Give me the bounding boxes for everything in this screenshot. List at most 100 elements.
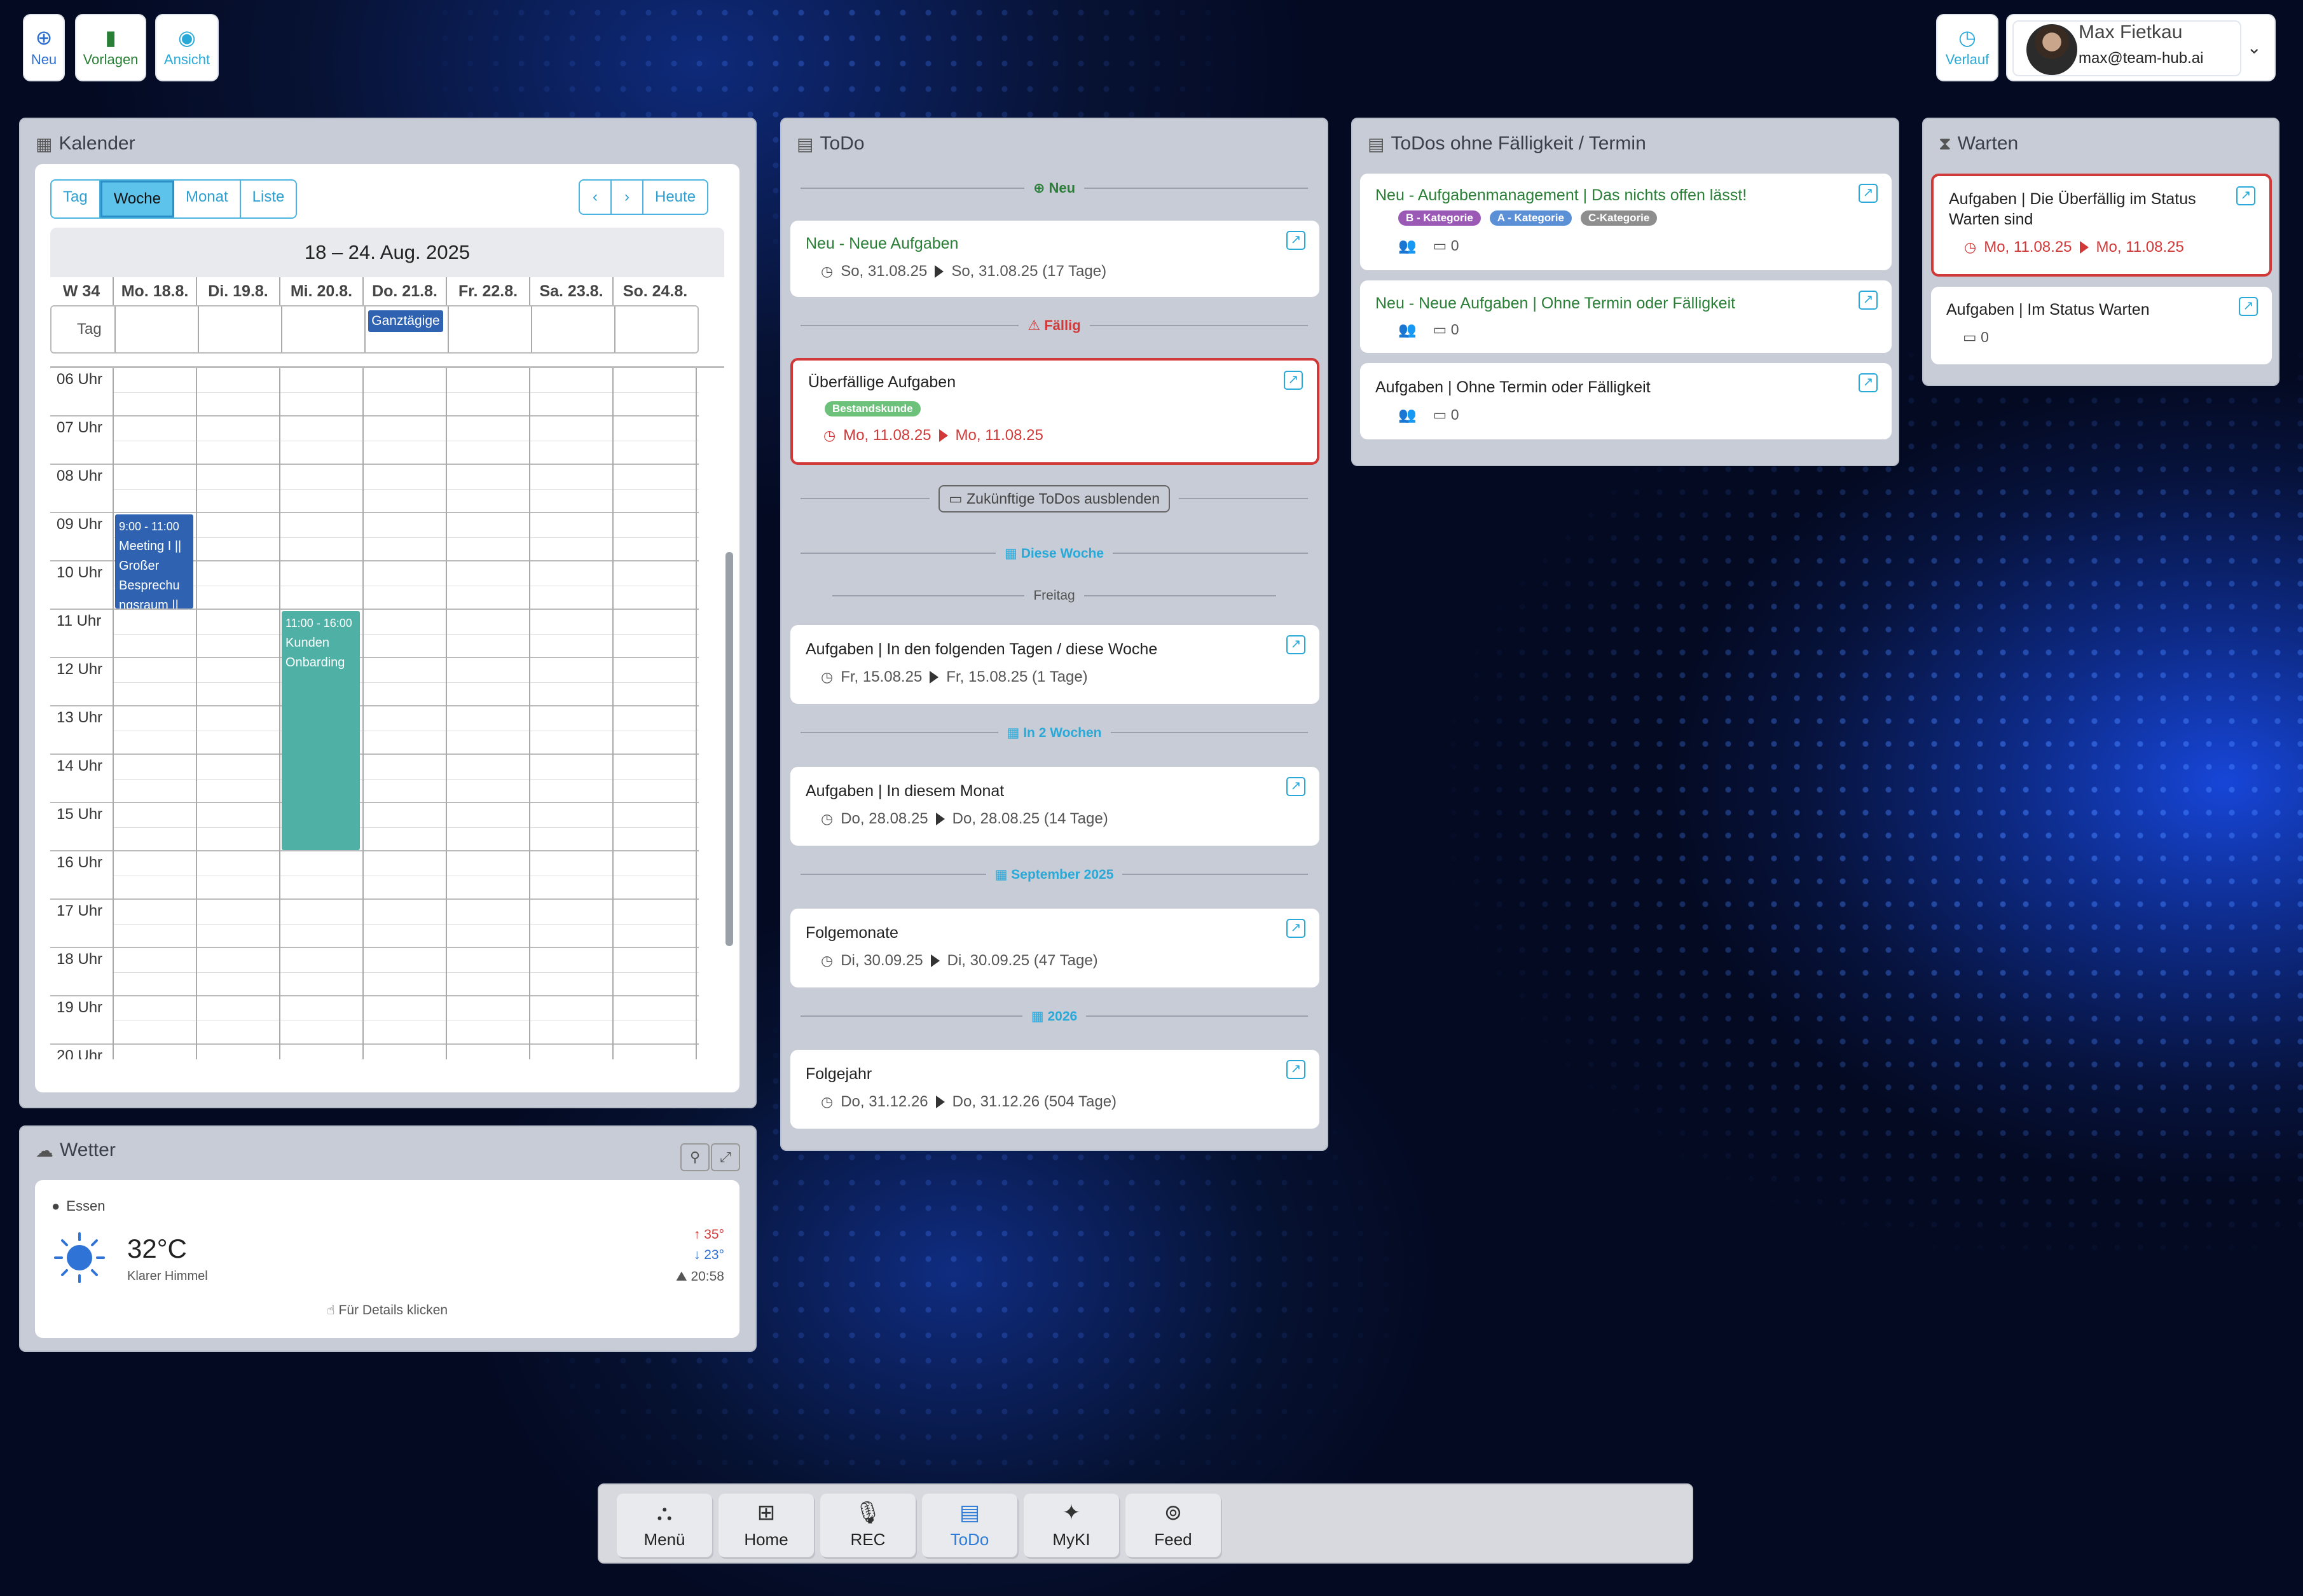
chevron-left-icon[interactable]: ‹ — [580, 181, 612, 214]
arrow-right-icon — [930, 954, 940, 967]
microphone-icon: 🎙 — [854, 1500, 882, 1525]
eye-icon: ◉ — [178, 26, 196, 49]
todo-card-overdue[interactable]: Überfällige Aufgaben Bestandskunde ◷ Mo,… — [790, 358, 1319, 465]
tag-b-kategorie: B - Kategorie — [1398, 210, 1481, 226]
nav-menu[interactable]: ⛬ Menü — [617, 1494, 712, 1557]
open-external-icon[interactable]: ↗ — [1286, 919, 1305, 938]
history-button[interactable]: ◷ Verlauf — [1936, 14, 1998, 81]
todo-card-from: Mo, 11.08.25 — [843, 427, 932, 444]
separator-2026: ▦ 2026 — [801, 1007, 1308, 1026]
hour-row: 16 Uhr — [50, 851, 699, 900]
view-button[interactable]: ◉ Ansicht — [155, 14, 219, 81]
waiting-card[interactable]: Aufgaben | Im Status Warten ▭ 0 ↗ — [1931, 287, 2272, 364]
weather-card[interactable]: ● Essen 32°C Klarer Himmel ↑ 35° ↓ 23° ⛰… — [35, 1180, 739, 1338]
todo-card-next-month[interactable]: Folgemonate ◷ Di, 30.09.25 Di, 30.09.25 … — [790, 909, 1319, 987]
hide-future-button[interactable]: ▭ Zukünftige ToDos ausblenden — [938, 485, 1171, 513]
open-external-icon[interactable]: ↗ — [1859, 291, 1878, 310]
chevron-right-icon[interactable]: › — [612, 181, 643, 214]
nav-home[interactable]: ⊞ Home — [718, 1494, 814, 1557]
todo-panel: ▤ ToDo ⊕ Neu Neu - Neue Aufgaben ◷ So, 3… — [780, 118, 1328, 1151]
separator-due: ⚠ Fällig — [801, 316, 1308, 335]
calendar-nav: ‹ › Heute — [579, 179, 709, 215]
open-external-icon[interactable]: ↗ — [2236, 186, 2255, 205]
todo-card-month[interactable]: Aufgaben | In diesem Monat ◷ Do, 28.08.2… — [790, 767, 1319, 846]
divider — [364, 306, 366, 352]
nav-todo[interactable]: ▤ ToDo — [922, 1494, 1017, 1557]
todo-card-to: Fr, 15.08.25 (1 Tage) — [946, 668, 1088, 685]
history-button-label: Verlauf — [1945, 52, 1990, 67]
todo-card-to: Mo, 11.08.25 — [2096, 238, 2184, 256]
nav-myki-label: MyKI — [1052, 1529, 1090, 1549]
users-icon: 👥 — [1398, 321, 1417, 338]
divider — [114, 306, 116, 352]
todo-card-from: Di, 30.09.25 — [841, 952, 923, 969]
cloud-sun-icon: ☁ — [36, 1140, 53, 1160]
arrow-right-icon — [930, 671, 939, 684]
chevron-down-icon[interactable]: ⌄ — [2247, 37, 2262, 58]
divider — [198, 306, 199, 352]
expand-button[interactable]: ⤢ — [711, 1143, 740, 1171]
nodue-card[interactable]: Neu - Aufgabenmanagement | Das nichts of… — [1360, 174, 1892, 270]
open-external-icon[interactable]: ↗ — [1286, 777, 1305, 796]
divider — [1179, 498, 1308, 499]
separator-two-weeks-text: In 2 Wochen — [1023, 725, 1102, 740]
todo-card-new[interactable]: Neu - Neue Aufgaben ◷ So, 31.08.25 So, 3… — [790, 221, 1319, 297]
templates-button[interactable]: ▮ Vorlagen — [75, 14, 146, 81]
open-external-icon[interactable]: ↗ — [2239, 297, 2258, 316]
view-week-button[interactable]: Woche — [100, 181, 174, 217]
day-header[interactable]: Mi. 20.8. — [280, 277, 364, 305]
waiting-title-text: Warten — [1957, 133, 2019, 154]
calendar-event[interactable]: 9:00 - 11:00 Meeting I || Großer Besprech… — [115, 514, 193, 609]
separator-september: ▦ September 2025 — [801, 865, 1308, 884]
calendar-scrollbar[interactable] — [725, 552, 733, 946]
card-count-value: 0 — [1450, 406, 1459, 423]
arrow-right-icon — [938, 429, 948, 442]
view-day-button[interactable]: Tag — [52, 181, 100, 217]
user-menu[interactable]: Max Fietkau max@team-hub.ai ⌄ — [2006, 14, 2276, 81]
hour-label: 11 Uhr — [57, 612, 102, 629]
rss-icon: ⊚ — [1164, 1500, 1183, 1525]
arrow-right-icon — [935, 1096, 945, 1108]
calendar-event[interactable]: 11:00 - 16:00 Kunden Onbarding — [282, 611, 360, 850]
today-button[interactable]: Heute — [643, 181, 707, 214]
nav-rec[interactable]: 🎙 REC — [820, 1494, 916, 1557]
nav-feed[interactable]: ⊚ Feed — [1125, 1494, 1221, 1557]
todo-card-to: Mo, 11.08.25 — [955, 427, 1043, 444]
location-pin-button[interactable]: ⚲ — [680, 1143, 710, 1171]
day-header[interactable]: Mo. 18.8. — [114, 277, 197, 305]
day-column-line — [696, 368, 697, 1059]
todo-card-week[interactable]: Aufgaben | In den folgenden Tagen / dies… — [790, 625, 1319, 704]
weather-condition: Klarer Himmel — [127, 1269, 208, 1283]
event-time: 11:00 - 16:00 — [285, 617, 352, 629]
open-external-icon[interactable]: ↗ — [1286, 231, 1305, 250]
open-external-icon[interactable]: ↗ — [1859, 184, 1878, 203]
nav-home-label: Home — [744, 1529, 788, 1549]
alarm-icon: ◷ — [821, 1094, 834, 1110]
day-header[interactable]: Fr. 22.8. — [447, 277, 530, 305]
separator-due-text: Fällig — [1044, 317, 1081, 333]
view-list-button[interactable]: Liste — [241, 181, 296, 217]
bottom-nav: ⛬ Menü ⊞ Home 🎙 REC ▤ ToDo ✦ MyKI ⊚ Feed — [598, 1483, 1693, 1564]
day-header[interactable]: Di. 19.8. — [197, 277, 280, 305]
day-header[interactable]: So. 24.8. — [614, 277, 697, 305]
open-external-icon[interactable]: ↗ — [1284, 371, 1303, 390]
nav-myki[interactable]: ✦ MyKI — [1024, 1494, 1119, 1557]
nodue-card[interactable]: Neu - Neue Aufgaben | Ohne Termin oder F… — [1360, 280, 1892, 353]
half-hour-line — [114, 972, 699, 973]
nodue-card[interactable]: Aufgaben | Ohne Termin oder Fälligkeit 👥… — [1360, 363, 1892, 439]
todo-card-next-year[interactable]: Folgejahr ◷ Do, 31.12.26 Do, 31.12.26 (5… — [790, 1050, 1319, 1129]
separator-friday-text: Freitag — [1033, 588, 1075, 603]
allday-event[interactable]: Ganztägige — [368, 310, 443, 332]
open-external-icon[interactable]: ↗ — [1286, 635, 1305, 654]
waiting-card-overdue[interactable]: Aufgaben | Die Überfällig im Status Wart… — [1931, 174, 2272, 277]
day-header[interactable]: Sa. 23.8. — [530, 277, 614, 305]
open-external-icon[interactable]: ↗ — [1859, 373, 1878, 392]
todo-card-from: Mo, 11.08.25 — [1984, 238, 2072, 256]
open-external-icon[interactable]: ↗ — [1286, 1060, 1305, 1079]
new-button[interactable]: ⊕ Neu — [23, 14, 65, 81]
day-header[interactable]: Do. 21.8. — [364, 277, 447, 305]
grid-icon: ⊞ — [757, 1500, 776, 1525]
view-month-button[interactable]: Monat — [174, 181, 241, 217]
todo-card-from: So, 31.08.25 — [841, 263, 928, 280]
day-column-line — [362, 368, 364, 1059]
